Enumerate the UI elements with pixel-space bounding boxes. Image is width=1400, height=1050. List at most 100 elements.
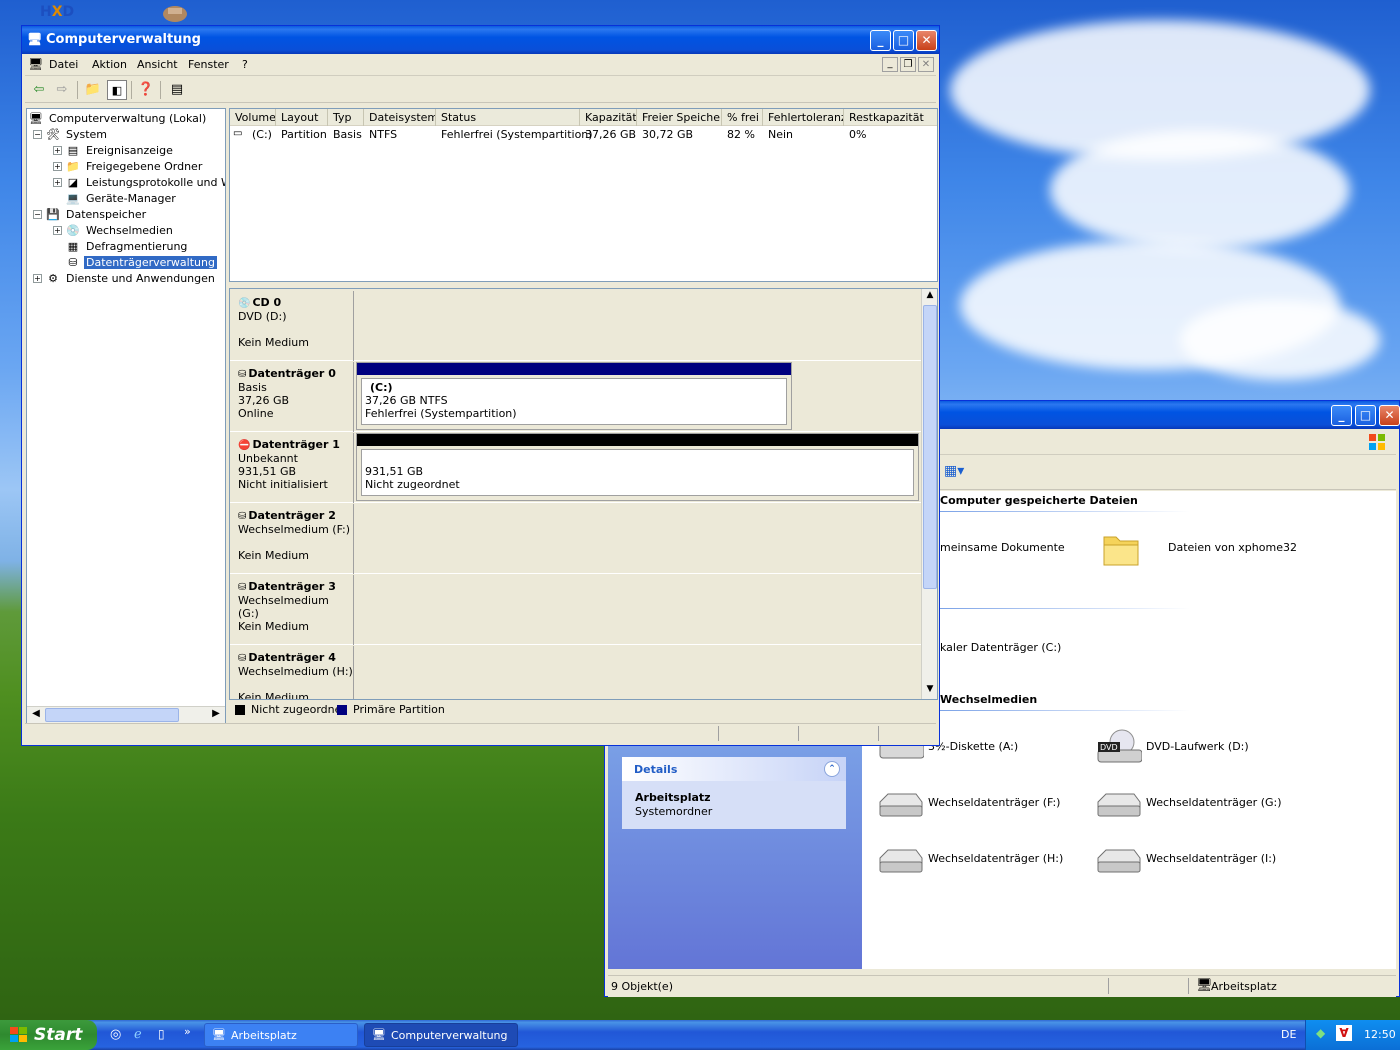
network-icon[interactable] bbox=[160, 2, 200, 26]
disk-row[interactable]: ⛁ Datenträger 3 Wechselmedium (G:) Kein Med… bbox=[230, 575, 922, 645]
disk-info[interactable]: ⛔ Datenträger 1 Unbekannt 931,51 GB Nicht in… bbox=[230, 433, 354, 503]
toolbar-separator bbox=[131, 81, 132, 99]
details-header[interactable]: Details ⌃ bbox=[622, 757, 846, 781]
menu-help[interactable]: ? bbox=[242, 58, 248, 71]
tree-item[interactable]: 🖥 Computerverwaltung (Lokal) bbox=[29, 111, 208, 127]
disk-line2: Wechselmedium (G:) bbox=[238, 594, 329, 620]
removable-drive-icon bbox=[1094, 784, 1142, 824]
start-button[interactable]: Start bbox=[0, 1020, 97, 1050]
child-close-icon[interactable]: ✕ bbox=[918, 57, 934, 72]
tree-item[interactable]: 💻 Geräte-Manager bbox=[53, 191, 178, 207]
minimize-button[interactable]: _ bbox=[870, 30, 891, 51]
table-cell: (C:) bbox=[252, 128, 272, 141]
forward-icon[interactable]: ⇨ bbox=[52, 80, 72, 100]
horizontal-scrollbar[interactable]: ◀ ▶ bbox=[27, 706, 225, 723]
toolbar-separator bbox=[77, 81, 78, 99]
disk-row[interactable]: ⛔ Datenträger 1 Unbekannt 931,51 GB Nicht in… bbox=[230, 433, 922, 503]
performance-icon: ◪ bbox=[67, 175, 79, 189]
section-files-rule bbox=[940, 511, 1190, 512]
vertical-scrollbar[interactable]: ▲ ▼ bbox=[921, 289, 937, 699]
tree-item[interactable]: + ⚙ Dienste und Anwendungen bbox=[33, 271, 217, 287]
disk-info[interactable]: ⛁ Datenträger 3 Wechselmedium (G:) Kein Med… bbox=[230, 575, 354, 645]
menu-datei[interactable]: Datei bbox=[49, 58, 78, 71]
scroll-right-icon[interactable]: ▶ bbox=[209, 708, 223, 722]
expand-icon[interactable]: + bbox=[53, 177, 62, 187]
disk-info[interactable]: ⛁ Datenträger 0 Basis 37,26 GB Online bbox=[230, 362, 354, 432]
collapse-icon[interactable]: − bbox=[33, 209, 42, 219]
disk-row[interactable]: ⛁ Datenträger 4 Wechselmedium (H:) Kein Med… bbox=[230, 646, 922, 699]
tree-item[interactable]: ⛁ Datenträgerverwaltung bbox=[53, 255, 217, 271]
tree-item[interactable]: − 💾 Datenspeicher bbox=[33, 207, 148, 223]
collapse-icon[interactable]: − bbox=[33, 129, 42, 139]
maximize-button[interactable]: □ bbox=[1355, 405, 1376, 426]
section-removable-rule bbox=[940, 710, 1190, 711]
partition-label: (C:) bbox=[370, 381, 393, 394]
menu-fenster[interactable]: Fenster bbox=[188, 58, 229, 71]
expand-icon[interactable]: + bbox=[53, 225, 62, 235]
language-indicator[interactable]: DE bbox=[1281, 1028, 1296, 1041]
disk-row[interactable]: ⛁ Datenträger 0 Basis 37,26 GB Online (C:) 37,… bbox=[230, 362, 922, 432]
menu-ansicht[interactable]: Ansicht bbox=[137, 58, 178, 71]
tree-item[interactable]: + ◪ Leistungsprotokolle und Warn bbox=[53, 175, 225, 191]
expand-icon[interactable]: + bbox=[53, 145, 62, 155]
taskbar-item-arbeitsplatz[interactable]: 🖥 Arbeitsplatz bbox=[204, 1023, 358, 1047]
scroll-thumb[interactable] bbox=[45, 708, 179, 722]
disk-info[interactable]: ⛁ Datenträger 2 Wechselmedium (F:) Kein Med… bbox=[230, 504, 354, 574]
close-button[interactable]: ✕ bbox=[916, 30, 937, 51]
compmgmt-icon: 🖥 bbox=[372, 1028, 386, 1041]
explorer-statusbar: 9 Objekt(e) 🖥 Arbeitsplatz bbox=[608, 975, 1396, 997]
up-folder-icon[interactable]: 📁 bbox=[83, 80, 103, 100]
taskbar-item-computerverwaltung[interactable]: 🖥 Computerverwaltung bbox=[364, 1023, 518, 1047]
expand-icon[interactable]: + bbox=[33, 273, 42, 283]
child-restore-icon[interactable]: ❐ bbox=[900, 57, 916, 72]
close-button[interactable]: ✕ bbox=[1379, 405, 1400, 426]
antivirus-tray-icon[interactable]: Ɐ bbox=[1336, 1025, 1352, 1041]
partition-block[interactable]: 931,51 GB Nicht zugeordnet bbox=[356, 433, 919, 501]
disk-row[interactable]: 💿 CD 0 DVD (D:) Kein Medium bbox=[230, 291, 922, 361]
quicklaunch-desktop-icon[interactable]: ▯ bbox=[158, 1027, 165, 1041]
disk-mgmt-icon: ⛁ bbox=[68, 255, 78, 269]
help-icon[interactable]: ❓ bbox=[136, 80, 156, 100]
disk-line2: DVD (D:) bbox=[238, 310, 287, 323]
disk-info[interactable]: 💿 CD 0 DVD (D:) Kein Medium bbox=[230, 291, 354, 361]
tree-item[interactable]: ▦ Defragmentierung bbox=[53, 239, 189, 255]
partition-label bbox=[365, 452, 913, 465]
tree-item[interactable]: − 🛠 System bbox=[33, 127, 109, 143]
views-icon[interactable]: ▦▾ bbox=[944, 463, 974, 483]
disk-line4: Kein Medium bbox=[238, 336, 309, 349]
tree-item-label: Defragmentierung bbox=[86, 239, 188, 253]
partition-size: 37,26 GB NTFS bbox=[365, 394, 448, 407]
collapse-icon[interactable]: ⌃ bbox=[824, 761, 840, 777]
disk-row[interactable]: ⛁ Datenträger 2 Wechselmedium (F:) Kein Med… bbox=[230, 504, 922, 574]
maximize-button[interactable]: □ bbox=[893, 30, 914, 51]
tree-item[interactable]: + ▤ Ereignisanzeige bbox=[53, 143, 175, 159]
quicklaunch-outlook-icon[interactable]: ◎ bbox=[110, 1027, 121, 1042]
tree-item[interactable]: + 📁 Freigegebene Ordner bbox=[53, 159, 204, 175]
menu-aktion[interactable]: Aktion bbox=[92, 58, 127, 71]
minimize-button[interactable]: _ bbox=[1331, 405, 1352, 426]
clock[interactable]: 12:50 bbox=[1364, 1028, 1396, 1041]
scroll-up-icon[interactable]: ▲ bbox=[923, 290, 937, 304]
partition-block[interactable]: (C:) 37,26 GB NTFS Fehlerfrei (Systemparti… bbox=[356, 362, 792, 430]
quicklaunch-ie-icon[interactable]: ℯ bbox=[134, 1027, 142, 1042]
disk-line3 bbox=[238, 536, 353, 549]
table-row[interactable]: (C:) Partition Basis NTFS Fehlerfrei (System… bbox=[230, 109, 937, 149]
child-minimize-icon[interactable]: _ bbox=[882, 57, 898, 72]
show-hide-tree-icon[interactable]: ◧ bbox=[107, 80, 127, 100]
disk-info[interactable]: ⛁ Datenträger 4 Wechselmedium (H:) Kein Med… bbox=[230, 646, 354, 699]
compmgmt-titlebar[interactable]: 🖥 Computerverwaltung _ □ ✕ bbox=[22, 26, 939, 54]
expand-icon[interactable]: + bbox=[53, 161, 62, 171]
back-icon[interactable]: ⇦ bbox=[29, 80, 49, 100]
network-tray-icon[interactable]: ◆ bbox=[1316, 1026, 1325, 1040]
shared-folder-icon: 📁 bbox=[66, 159, 80, 173]
tree-item[interactable]: + 💿 Wechselmedien bbox=[53, 223, 175, 239]
disk-icon: ⛁ bbox=[238, 369, 247, 380]
quicklaunch-more-icon[interactable]: » bbox=[184, 1025, 191, 1038]
scroll-thumb[interactable] bbox=[923, 305, 937, 589]
properties-icon[interactable]: ▤ bbox=[167, 80, 187, 100]
partition-details: (C:) 37,26 GB NTFS Fehlerfrei (Systemparti… bbox=[361, 378, 787, 425]
scroll-left-icon[interactable]: ◀ bbox=[29, 708, 43, 722]
disk-line2: Wechselmedium (F:) bbox=[238, 523, 351, 536]
scroll-down-icon[interactable]: ▼ bbox=[923, 684, 937, 698]
